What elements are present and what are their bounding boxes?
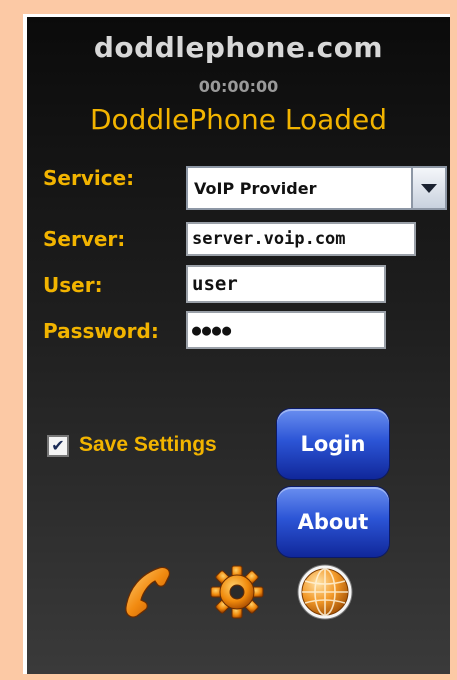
gear-icon[interactable]	[207, 562, 267, 622]
save-settings-checkbox[interactable]: ✔	[47, 435, 69, 457]
phone-icon[interactable]	[119, 562, 179, 622]
user-input[interactable]: user	[186, 265, 386, 303]
status-text: DoddlePhone Loaded	[89, 103, 388, 136]
password-input[interactable]: ●●●●	[186, 311, 386, 349]
brand-title: doddlephone.com	[93, 31, 384, 64]
password-label: Password:	[43, 319, 159, 343]
chevron-down-icon[interactable]	[411, 168, 445, 208]
phone-panel: doddlephone.com 00:00:00 DoddlePhone Loa…	[23, 14, 450, 674]
login-button[interactable]: Login	[277, 409, 389, 479]
user-label: User:	[43, 273, 103, 297]
globe-icon[interactable]	[295, 562, 355, 622]
service-label: Service:	[43, 166, 135, 190]
service-value: VoIP Provider	[194, 178, 317, 198]
server-label: Server:	[43, 227, 126, 251]
server-input[interactable]: server.voip.com	[186, 222, 416, 256]
service-select[interactable]: VoIP Provider	[186, 166, 447, 210]
call-timer: 00:00:00	[198, 77, 279, 96]
save-settings-label[interactable]: Save Settings	[79, 433, 217, 457]
about-button[interactable]: About	[277, 487, 389, 557]
